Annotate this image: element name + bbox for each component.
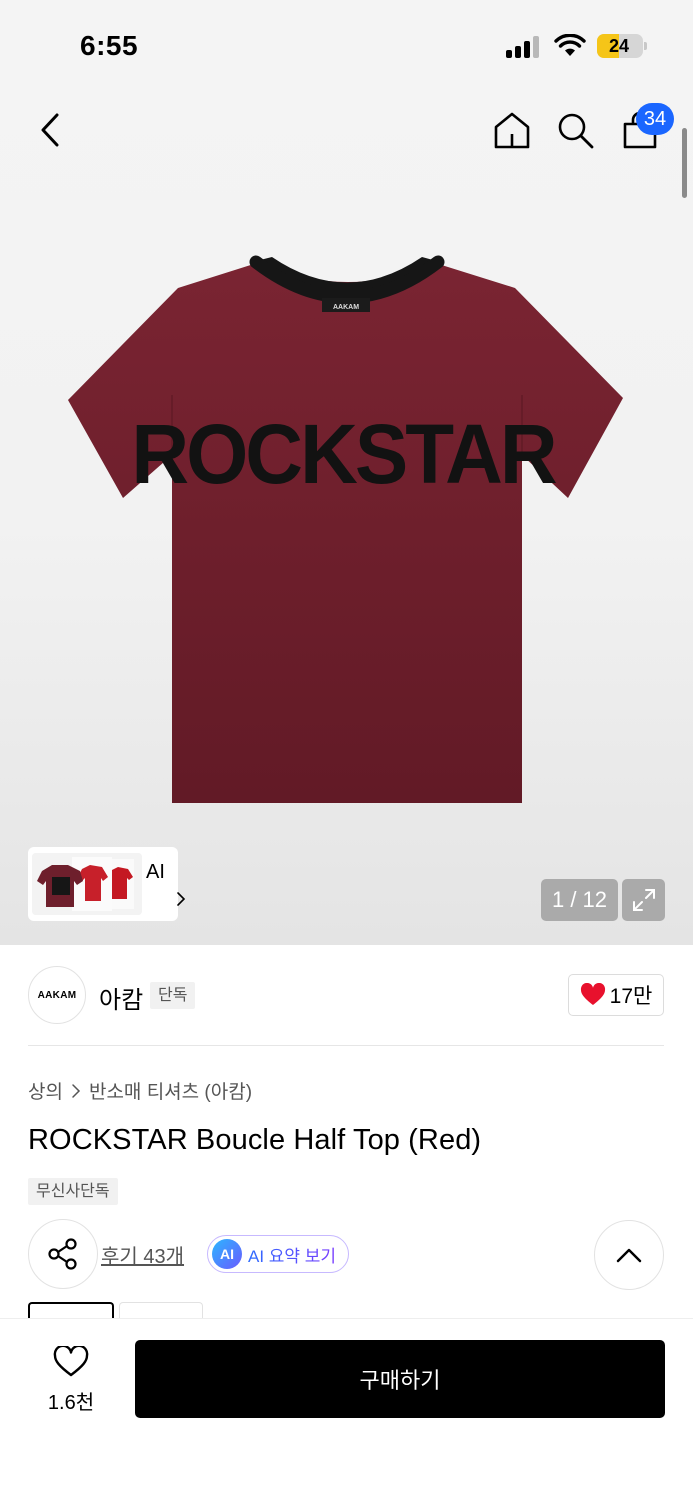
home-icon	[494, 112, 530, 149]
brand-name[interactable]: 아캄	[99, 980, 143, 1015]
battery-nub	[644, 42, 647, 50]
exclusive-badge: 무신사단독	[28, 1178, 118, 1205]
heart-outline-icon	[53, 1346, 89, 1377]
expand-image-button[interactable]	[622, 879, 665, 921]
brand-exclusive-tag: 단독	[150, 982, 196, 1009]
battery-level: 24	[608, 36, 630, 56]
back-button[interactable]	[30, 108, 70, 152]
battery-icon: 24	[597, 34, 643, 58]
brand-logo[interactable]: AAKAM	[28, 966, 86, 1024]
image-counter: 1 / 12	[541, 879, 618, 921]
product-title: ROCKSTAR Boucle Half Top (Red)	[28, 1124, 482, 1156]
share-button[interactable]	[28, 1219, 98, 1289]
thumbnail-images	[32, 853, 142, 915]
cart-count-badge: 34	[636, 103, 674, 135]
wishlist-button[interactable]: 1.6천	[30, 1342, 112, 1418]
chevron-up-icon	[616, 1248, 642, 1263]
brand-like-button[interactable]: 17만	[568, 974, 664, 1016]
breadcrumb: 상의 반소매 티셔츠 (아캄)	[28, 1077, 252, 1104]
ai-thumbnail-card[interactable]: AI	[28, 847, 186, 921]
chevron-right-icon	[177, 892, 186, 906]
scrollbar[interactable]	[682, 128, 687, 198]
search-icon	[558, 113, 594, 149]
home-button[interactable]	[490, 108, 534, 152]
wishlist-count: 1.6천	[47, 1392, 95, 1414]
breadcrumb-category[interactable]: 상의	[28, 1077, 63, 1104]
buy-button[interactable]: 구매하기	[135, 1340, 665, 1418]
search-button[interactable]	[553, 108, 597, 152]
heart-filled-icon	[580, 983, 605, 1005]
ai-icon: AI	[212, 1239, 242, 1269]
share-icon	[48, 1238, 77, 1270]
status-time: 6:55	[80, 30, 139, 61]
divider	[28, 1045, 664, 1046]
scroll-top-button[interactable]	[594, 1220, 664, 1290]
collar-tag-text: AAKAM	[333, 304, 359, 311]
shirt-print-text: ROCKSTAR	[131, 408, 556, 501]
breadcrumb-subcategory[interactable]: 반소매 티셔츠 (아캄)	[89, 1077, 252, 1104]
wifi-icon	[554, 34, 586, 56]
product-image[interactable]: AAKAM ROCKSTAR	[60, 250, 635, 810]
review-link[interactable]: 후기 43개	[101, 1240, 184, 1269]
ai-summary-label: AI 요약 보기	[248, 1242, 336, 1267]
thumbnail-ai-label: AI	[146, 861, 165, 883]
chevron-right-icon	[72, 1083, 81, 1098]
expand-icon	[632, 889, 655, 911]
brand-like-count: 17만	[609, 985, 653, 1008]
ai-summary-button[interactable]: AI AI 요약 보기	[207, 1235, 350, 1273]
signal-icon	[506, 36, 542, 58]
chevron-left-icon	[41, 113, 59, 147]
